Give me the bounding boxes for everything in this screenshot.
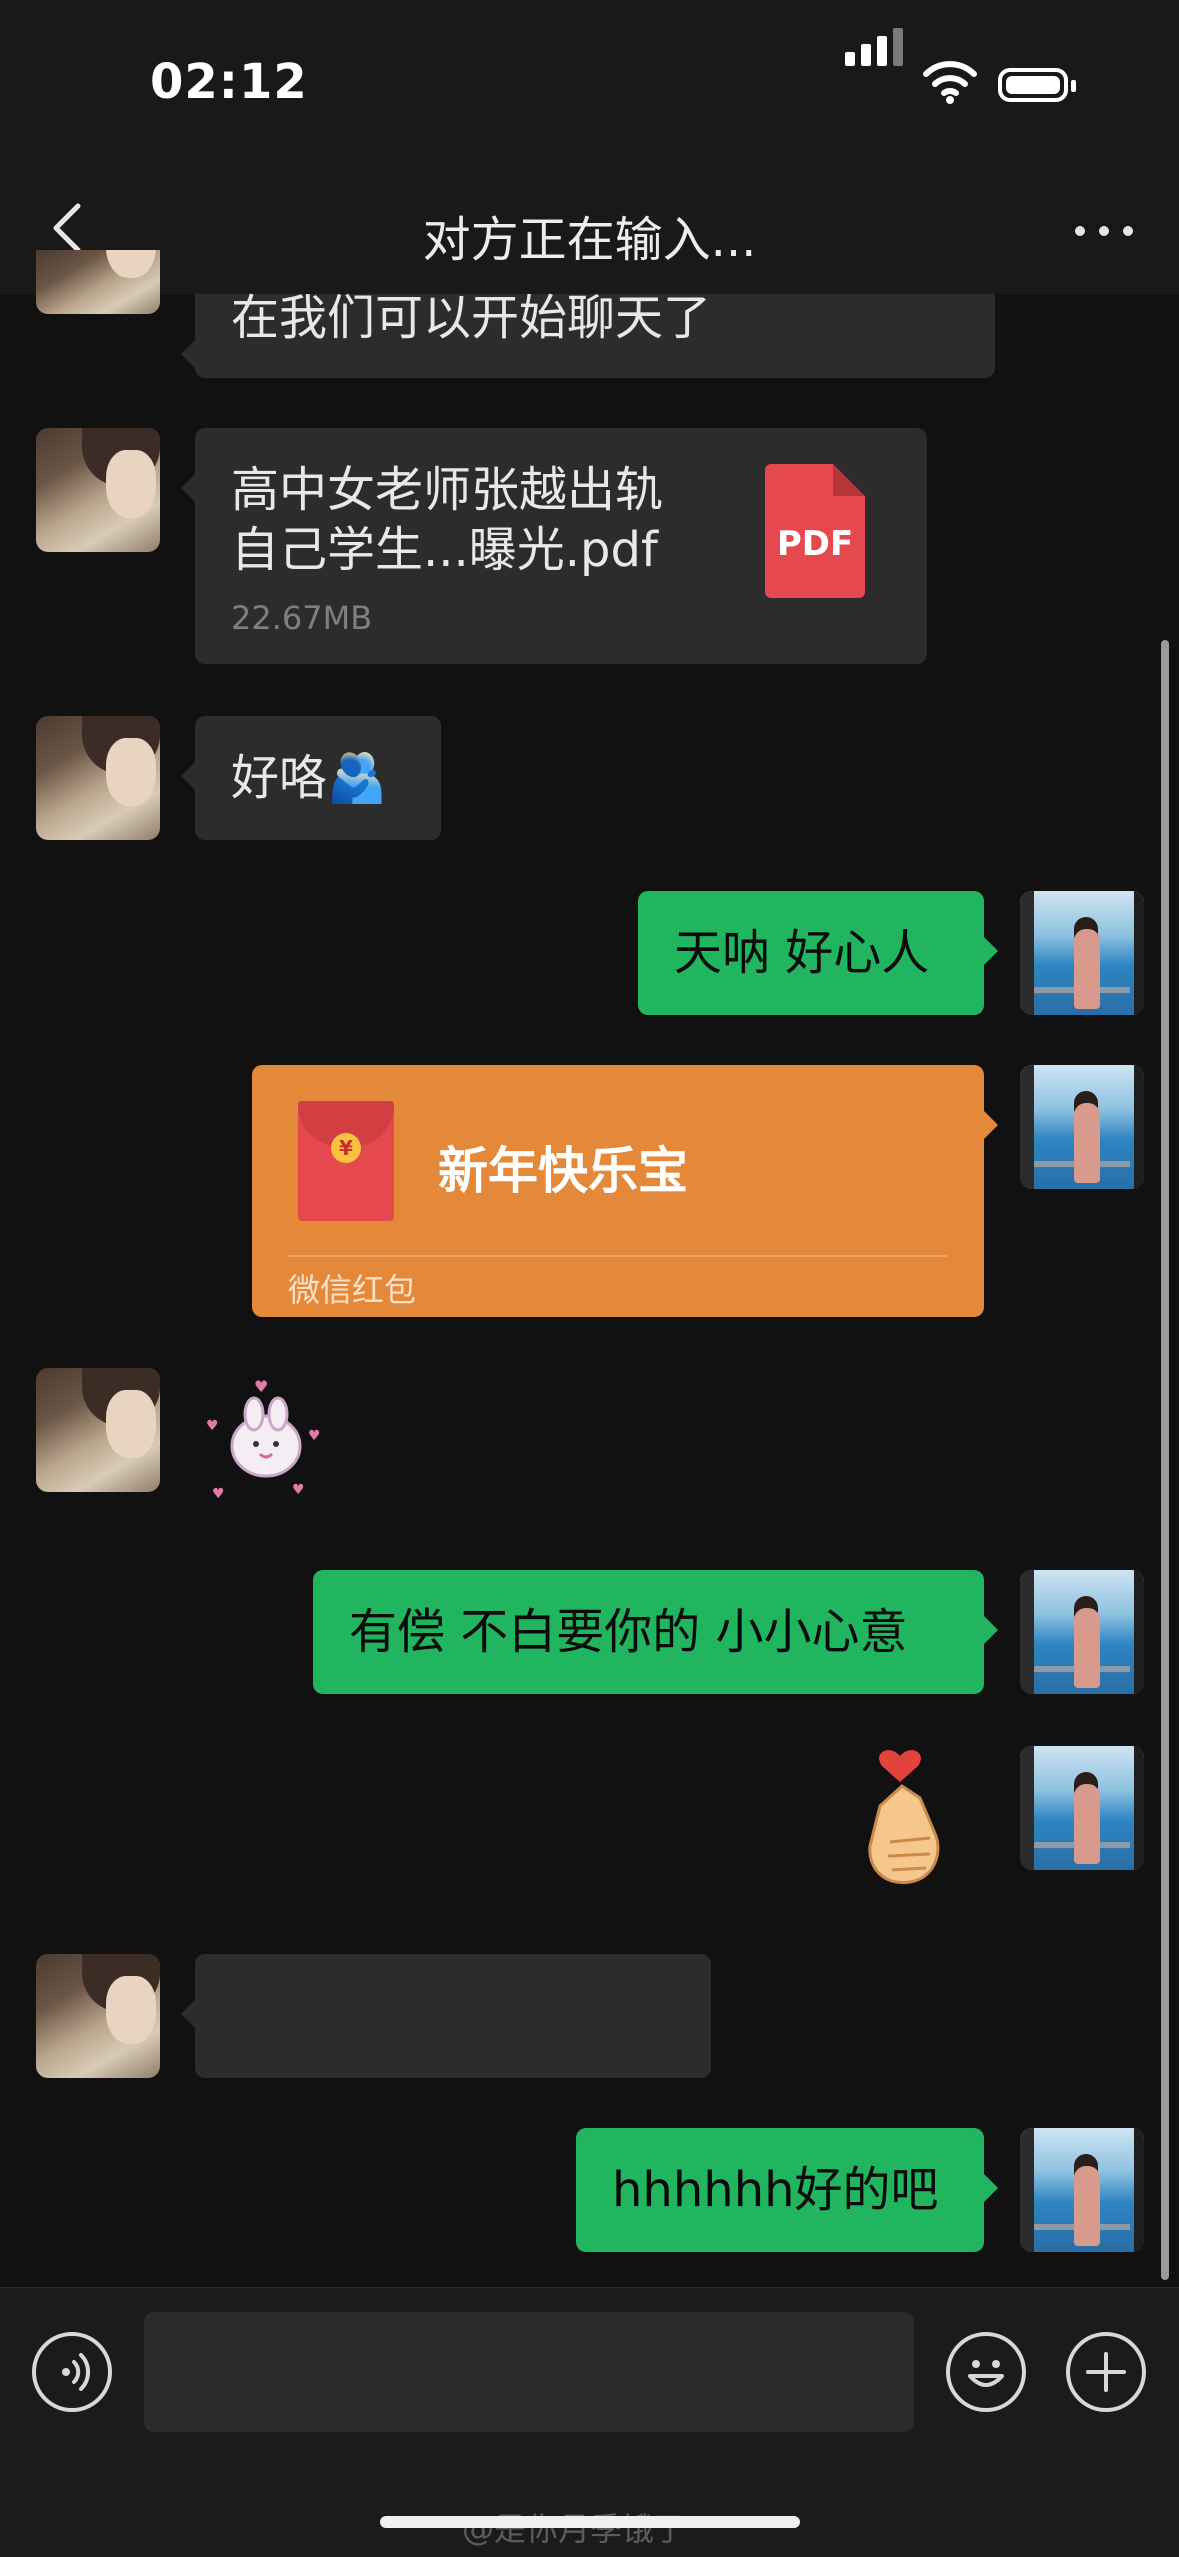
my-avatar[interactable] [1020, 1570, 1144, 1694]
more-functions-button[interactable] [1066, 2332, 1146, 2412]
svg-text:♥: ♥ [206, 1418, 219, 1434]
contact-avatar[interactable] [36, 428, 160, 552]
message-text: 天呐 好心人 [674, 925, 930, 981]
voice-icon [62, 2353, 91, 2391]
svg-text:♥: ♥ [254, 1377, 268, 1396]
contact-avatar[interactable] [36, 250, 160, 314]
pdf-file-icon: PDF [765, 464, 865, 598]
message-bubble[interactable]: 有偿 不白要你的 小小心意 [313, 1570, 998, 1694]
message-bubble[interactable]: 在我们可以开始聊天了 [181, 290, 995, 378]
red-envelope-icon: ¥ [298, 1101, 394, 1221]
red-packet-message[interactable]: ¥ 新年快乐宝 微信红包 [252, 1065, 998, 1317]
contact-avatar[interactable] [36, 716, 160, 840]
my-avatar[interactable] [1020, 1065, 1144, 1189]
contact-avatar[interactable] [36, 1368, 160, 1492]
message-text: 有偿 不白要你的 小小心意 [349, 1604, 908, 1660]
my-avatar[interactable] [1020, 891, 1144, 1015]
my-avatar[interactable] [1020, 2128, 1144, 2252]
chat-message-list[interactable]: 在我们可以开始聊天了 高中女老师张越出轨自己学生...曝光.pdf 22.67M… [0, 0, 1179, 2287]
file-message[interactable]: 高中女老师张越出轨自己学生...曝光.pdf 22.67MB PDF [181, 428, 927, 664]
message-bubble[interactable]: 好咯🫂 [181, 716, 441, 840]
message-text: hhhhhh好的吧 [612, 2162, 939, 2218]
plus-icon [1086, 2352, 1126, 2392]
voice-input-button[interactable] [32, 2332, 112, 2412]
scrollbar[interactable] [1161, 640, 1169, 2280]
message-bubble[interactable]: hhhhhh好的吧 [576, 2128, 998, 2252]
smiley-icon [968, 2360, 1004, 2387]
svg-text:♥: ♥ [292, 1482, 305, 1498]
divider [288, 1255, 948, 1257]
svg-text:♥: ♥ [212, 1486, 225, 1502]
red-packet-title: 新年快乐宝 [438, 1142, 688, 1200]
contact-avatar[interactable] [36, 1954, 160, 2078]
file-size: 22.67MB [231, 599, 373, 637]
message-text: 好咯🫂 [231, 750, 387, 806]
home-indicator[interactable] [380, 2516, 800, 2528]
svg-text:♥: ♥ [308, 1428, 321, 1444]
red-packet-label: 微信红包 [288, 1271, 417, 1309]
bunny-sticker[interactable]: ♥ ♥ ♥ ♥ ♥ [196, 1374, 336, 1504]
emoji-button[interactable] [946, 2332, 1026, 2412]
input-bar: @是你月季饿了 [0, 2287, 1179, 2557]
my-avatar[interactable] [1020, 1746, 1144, 1870]
message-bubble[interactable]: 天呐 好心人 [638, 891, 998, 1015]
message-input[interactable] [144, 2312, 914, 2432]
file-name: 高中女老师张越出轨自己学生...曝光.pdf [231, 462, 664, 578]
message-bubble[interactable] [181, 1954, 711, 2078]
finger-heart-sticker[interactable] [850, 1746, 960, 1896]
message-text: 在我们可以开始聊天了 [231, 290, 712, 346]
